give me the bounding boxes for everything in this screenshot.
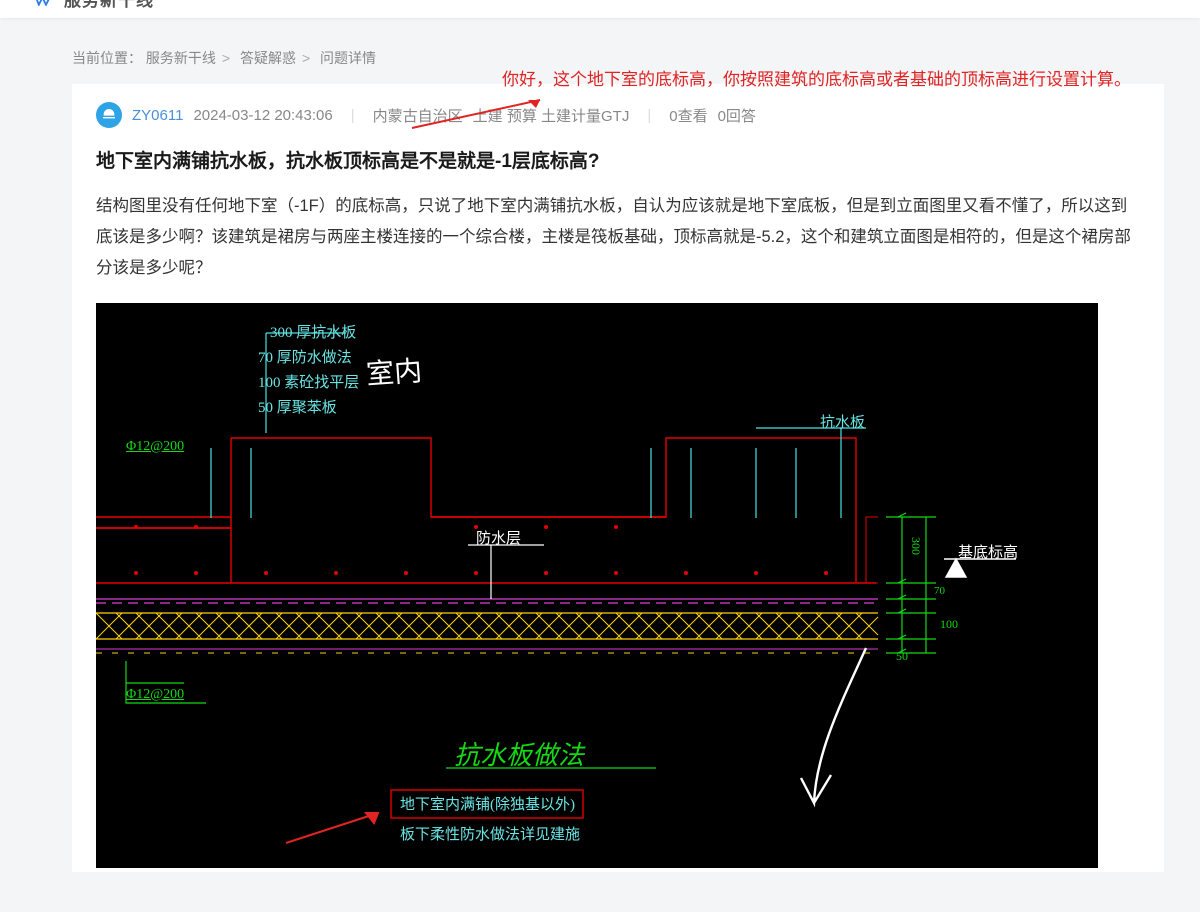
cad-rebar-top: Φ12@200: [126, 439, 184, 455]
cad-label-base: 基底标高: [958, 541, 1018, 562]
breadcrumb-home[interactable]: 服务新干线: [146, 50, 216, 66]
annotation-arrow-icon: [402, 96, 552, 136]
view-count: 0查看: [669, 105, 707, 126]
logo-text: 服务新干线: [64, 0, 154, 11]
breadcrumb-qa[interactable]: 答疑解惑: [240, 50, 296, 66]
question-title: 地下室内满铺抗水板，抗水板顶标高是不是就是-1层底标高?: [96, 148, 1140, 177]
cad-layer-3: 100 素砼找平层: [258, 371, 359, 392]
username[interactable]: ZY0611: [132, 107, 183, 124]
cad-dim-70: 70: [934, 585, 945, 597]
cad-label-waterproof: 防水层: [476, 527, 521, 548]
cad-handwriting: 室内: [365, 349, 424, 393]
post-time: 2024-03-12 20:43:06: [193, 107, 332, 124]
question-card: 你好，这个地下室的底标高，你按照建筑的底标高或者基础的顶标高进行设置计算。 ZY…: [72, 84, 1164, 872]
logo-icon: [28, 0, 58, 6]
breadcrumb-label: 当前位置：: [72, 50, 142, 66]
annotation-text: 你好，这个地下室的底标高，你按照建筑的底标高或者基础的顶标高进行设置计算。: [502, 66, 1172, 93]
cad-dim-50: 50: [896, 649, 908, 664]
cad-drawing: 300 厚抗水板 70 厚防水做法 100 素砼找平层 50 厚聚苯板 室内 Φ…: [96, 303, 1098, 868]
cad-note-2: 板下柔性防水做法详见建施: [400, 823, 580, 844]
cad-rebar-bottom: Φ12@200: [126, 687, 184, 703]
helmet-icon: [101, 107, 117, 123]
cad-section-title: 抗水板做法: [454, 735, 584, 772]
top-bar: 服务新干线: [0, 0, 1200, 18]
cad-layer-4: 50 厚聚苯板: [258, 396, 337, 417]
cad-svg: [96, 303, 1098, 868]
cad-dim-100: 100: [940, 617, 958, 632]
cad-layer-1: 300 厚抗水板: [270, 321, 356, 342]
cad-note-1: 地下室内满铺(除独基以外): [400, 793, 575, 814]
post-meta: ZY0611 2024-03-12 20:43:06 | 内蒙古自治区 土建 预…: [96, 102, 1140, 128]
answer-count: 0回答: [718, 105, 756, 126]
breadcrumb-current: 问题详情: [320, 50, 376, 66]
cad-dim-300: 300: [908, 537, 923, 555]
cad-layer-2: 70 厚防水做法: [258, 346, 352, 367]
cad-label-slab: 抗水板: [820, 411, 865, 432]
avatar[interactable]: [96, 102, 122, 128]
question-body: 结构图里没有任何地下室（-1F）的底标高，只说了地下室内满铺抗水板，自认为应该就…: [96, 191, 1140, 285]
